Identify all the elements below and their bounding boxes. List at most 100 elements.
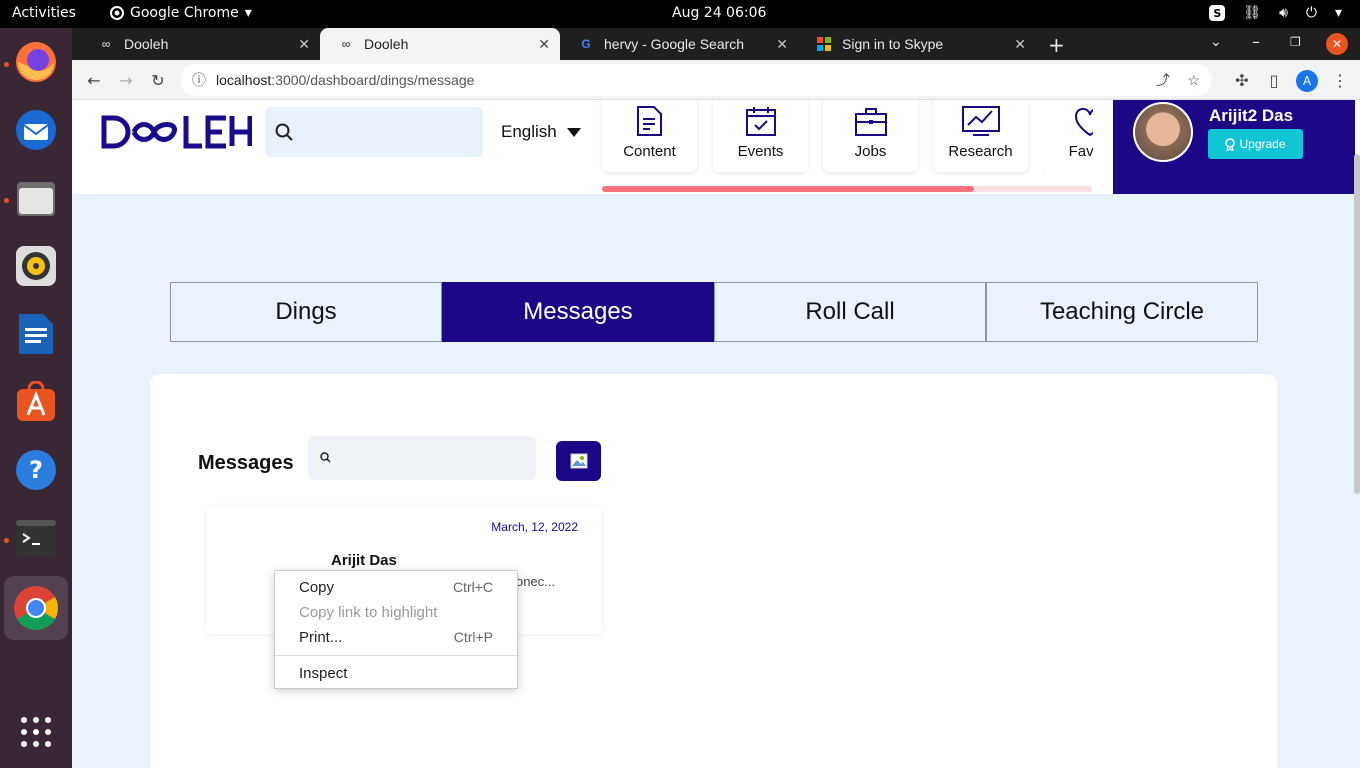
- menu-item-print[interactable]: Print... Ctrl+P: [275, 625, 517, 649]
- menu-item-label: Print...: [299, 628, 343, 646]
- firefox-icon[interactable]: [12, 38, 60, 86]
- tab-title: Sign in to Skype: [842, 36, 944, 52]
- info-icon[interactable]: ⓘ: [192, 70, 206, 90]
- tab-dings[interactable]: Dings: [170, 282, 442, 342]
- tab-title: hervy - Google Search: [604, 36, 745, 52]
- tab-title: Dooleh: [124, 36, 169, 52]
- rhythmbox-icon[interactable]: [12, 242, 60, 290]
- running-indicator: [4, 198, 9, 203]
- app-center-icon[interactable]: [12, 378, 60, 426]
- forward-button[interactable]: →: [114, 68, 138, 92]
- tab-skype[interactable]: Sign in to Skype ✕: [798, 28, 1036, 60]
- reload-button[interactable]: ↻: [146, 68, 170, 92]
- tab-search-button[interactable]: ⌄: [1210, 34, 1222, 50]
- chrome-icon[interactable]: [4, 576, 68, 640]
- back-button[interactable]: ←: [82, 68, 106, 92]
- search-icon: [275, 123, 293, 141]
- star-icon[interactable]: ☆: [1187, 72, 1200, 89]
- heart-icon: [1074, 107, 1093, 137]
- menu-item-label: Copy: [299, 578, 335, 596]
- clock[interactable]: Aug 24 06:06: [672, 5, 766, 21]
- tab-messages[interactable]: Messages: [442, 282, 714, 342]
- section-tabs: Dings Messages Roll Call Teaching Circle: [170, 282, 1258, 342]
- svg-text:?: ?: [29, 456, 43, 484]
- running-indicator: [4, 538, 9, 543]
- nav-scrollbar-thumb[interactable]: [602, 186, 975, 192]
- show-apps-icon[interactable]: [12, 708, 60, 756]
- running-indicator: [4, 62, 9, 67]
- new-message-button[interactable]: [556, 441, 601, 481]
- tab-dooleh-2[interactable]: ∞ Dooleh ✕: [320, 28, 560, 60]
- tab-teaching-circle[interactable]: Teaching Circle: [986, 282, 1258, 342]
- tab-google-search[interactable]: G hervy - Google Search ✕: [560, 28, 798, 60]
- dock: ?: [0, 28, 72, 768]
- browser-tab-strip: ∞ Dooleh ✕ ∞ Dooleh ✕ G hervy - Google S…: [72, 28, 1360, 60]
- close-icon[interactable]: ✕: [538, 36, 550, 53]
- minimize-button[interactable]: –: [1252, 32, 1260, 51]
- app-name: Google Chrome: [130, 5, 239, 21]
- close-icon[interactable]: ✕: [1014, 36, 1026, 53]
- menu-icon[interactable]: ⋮: [1328, 68, 1352, 92]
- nav-content[interactable]: Content: [602, 100, 697, 172]
- url-host: localhost: [216, 72, 272, 88]
- menu-item-label: Inspect: [299, 664, 348, 682]
- files-icon[interactable]: [12, 174, 60, 222]
- nav-label: Jobs: [854, 143, 887, 160]
- briefcase-icon: [854, 108, 887, 136]
- skype-tray-icon[interactable]: S: [1209, 5, 1226, 21]
- profile-avatar[interactable]: A: [1296, 70, 1318, 92]
- system-tray[interactable]: S ⛓ 🔊︎ ⏻ ▾: [1209, 5, 1342, 21]
- side-panel-icon[interactable]: ▯: [1262, 68, 1286, 92]
- nav-research[interactable]: Research: [933, 100, 1028, 172]
- app-menu[interactable]: Google Chrome ▾: [110, 5, 252, 21]
- menu-item-inspect[interactable]: Inspect: [275, 661, 517, 685]
- upgrade-button[interactable]: Upgrade: [1208, 129, 1303, 159]
- caret-down-icon: [566, 127, 581, 137]
- context-menu: Copy Ctrl+C Copy link to highlight Print…: [274, 570, 518, 689]
- site-header: English Content Events Jobs Research Fav…: [72, 100, 1360, 194]
- window-close-button[interactable]: ✕: [1326, 33, 1348, 55]
- upgrade-label: Upgrade: [1239, 137, 1286, 151]
- avatar[interactable]: [1133, 102, 1193, 162]
- chevron-down-icon: ▾: [1334, 5, 1342, 21]
- thunderbird-icon[interactable]: [12, 106, 60, 154]
- chevron-down-icon: ▾: [244, 5, 252, 21]
- nav-label: Events: [737, 143, 784, 160]
- nav-scrollbar[interactable]: [602, 186, 1092, 192]
- address-bar[interactable]: ⓘ localhost:3000/dashboard/dings/message…: [180, 64, 1212, 96]
- messages-search-input[interactable]: [308, 436, 536, 480]
- volume-icon: 🔊︎: [1279, 5, 1288, 21]
- extensions-icon[interactable]: ✣: [1230, 68, 1254, 92]
- language-select[interactable]: English: [501, 122, 581, 142]
- browser-toolbar: ← → ↻ ⓘ localhost:3000/dashboard/dings/m…: [72, 60, 1360, 100]
- nav-label: Favou: [1068, 143, 1093, 160]
- nav-label: Research: [948, 143, 1013, 160]
- menu-item-copy[interactable]: Copy Ctrl+C: [275, 575, 517, 599]
- menu-item-copy-link-to-highlight[interactable]: Copy link to highlight: [275, 600, 517, 624]
- nav-jobs[interactable]: Jobs: [823, 100, 918, 172]
- close-icon[interactable]: ✕: [776, 36, 788, 53]
- nav-events[interactable]: Events: [713, 100, 808, 172]
- chart-monitor-icon: [961, 106, 1000, 136]
- search-icon: [320, 452, 331, 463]
- restore-button[interactable]: ❐: [1290, 35, 1301, 49]
- microsoft-icon: [816, 36, 832, 52]
- page-scrollbar[interactable]: [1354, 154, 1360, 494]
- tab-dooleh-1[interactable]: ∞ Dooleh ✕: [80, 28, 320, 60]
- writer-icon[interactable]: [12, 310, 60, 358]
- share-icon[interactable]: ⤴: [1156, 70, 1170, 90]
- header-search-input[interactable]: [265, 107, 483, 157]
- broken-image-icon: [570, 453, 587, 469]
- dooleh-logo[interactable]: [100, 114, 253, 158]
- page-content: English Content Events Jobs Research Fav…: [72, 100, 1360, 768]
- help-icon[interactable]: ?: [12, 446, 60, 494]
- close-icon[interactable]: ✕: [298, 36, 310, 53]
- nav-favourites[interactable]: Favou: [1042, 100, 1093, 172]
- activities-button[interactable]: Activities: [12, 5, 76, 21]
- menu-item-shortcut: Ctrl+C: [452, 579, 493, 595]
- tab-roll-call[interactable]: Roll Call: [714, 282, 986, 342]
- menu-separator: [275, 655, 517, 656]
- terminal-icon[interactable]: [12, 514, 60, 562]
- new-tab-button[interactable]: +: [1048, 33, 1065, 57]
- message-date: March, 12, 2022: [491, 520, 578, 534]
